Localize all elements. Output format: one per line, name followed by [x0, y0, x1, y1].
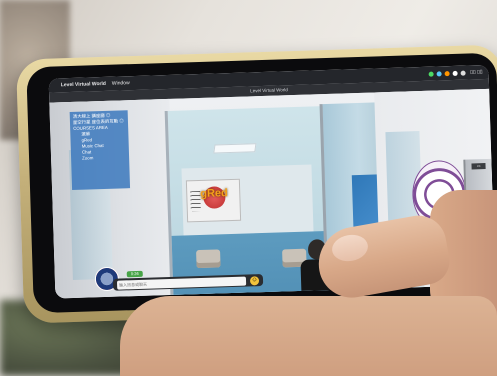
- wifi-icon[interactable]: [452, 70, 458, 76]
- status-green-icon[interactable]: [428, 71, 434, 77]
- menubar-app-name[interactable]: Level Virtual World: [61, 81, 106, 88]
- status-blue-icon[interactable]: [436, 70, 442, 77]
- status-badge: 0:26: [126, 270, 143, 278]
- wall-poster: [185, 178, 242, 223]
- side-menu-panel: 清大線上 講座廳 ◎ 星空行星 座位表的互動 ◎ COURSES AREA 選單…: [69, 110, 131, 190]
- chat-input[interactable]: [116, 276, 247, 290]
- poster-text: [190, 190, 201, 212]
- hand-palm: [120, 296, 497, 376]
- avatar-name-label: gRed: [200, 187, 228, 200]
- emoji-icon[interactable]: ☺: [249, 275, 260, 285]
- ceiling-light: [213, 143, 257, 154]
- chair: [196, 249, 221, 269]
- status-orange-icon[interactable]: [444, 70, 450, 76]
- menubar-clock: ▯▯ ▯▯: [470, 69, 483, 76]
- battery-icon[interactable]: [460, 70, 466, 76]
- side-menu-item[interactable]: Zoom: [74, 154, 126, 162]
- menubar-window-menu[interactable]: Window: [112, 80, 130, 87]
- elevator-sign: ▭: [471, 163, 486, 170]
